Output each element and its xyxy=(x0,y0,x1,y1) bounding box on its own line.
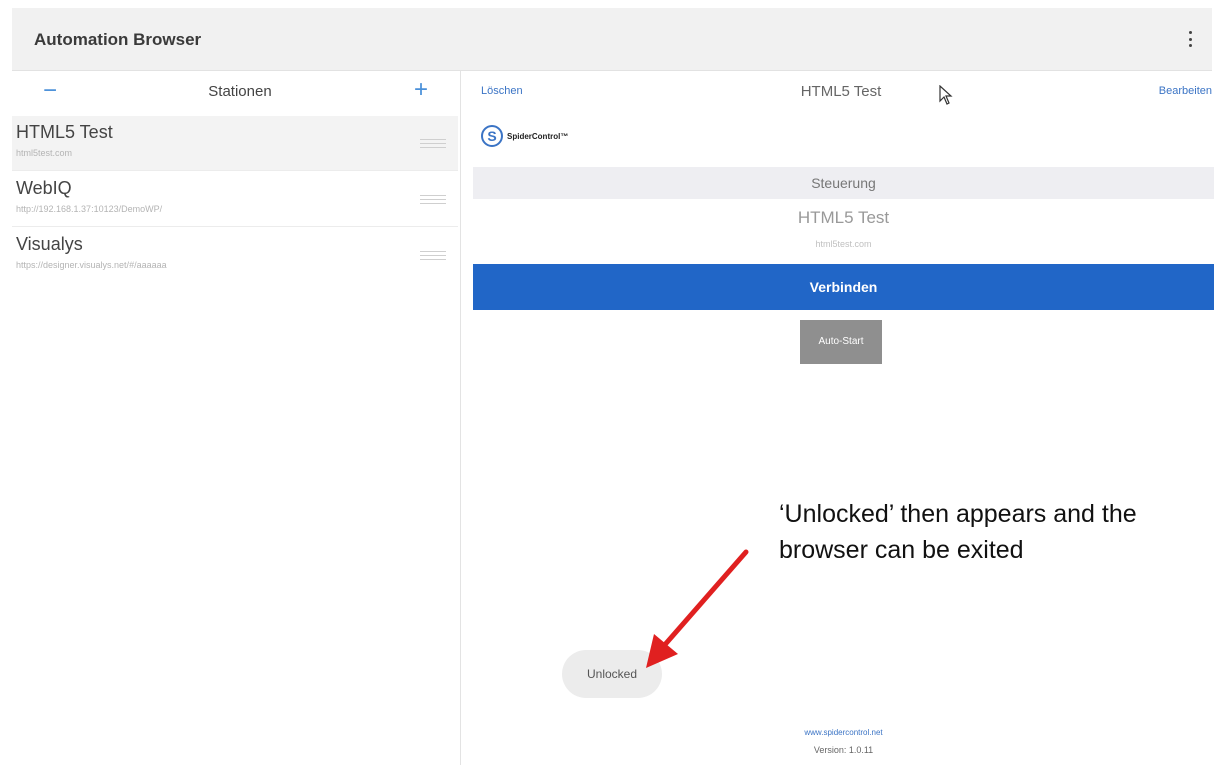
spidercontrol-logo: S SpiderControl™ xyxy=(481,121,568,151)
website-link[interactable]: www.spidercontrol.net xyxy=(473,728,1214,737)
drag-handle-icon[interactable] xyxy=(420,195,446,204)
version-label: Version: 1.0.11 xyxy=(813,745,874,755)
station-url: http://192.168.1.37:10123/DemoWP/ xyxy=(16,204,163,214)
station-item-html5-test[interactable]: HTML5 Test html5test.com xyxy=(12,116,458,171)
auto-start-button[interactable]: Auto-Start xyxy=(800,320,882,364)
station-item-webiq[interactable]: WebIQ http://192.168.1.37:10123/DemoWP/ xyxy=(12,172,458,227)
station-url-detail: html5test.com xyxy=(815,239,872,249)
section-header-steuerung: Steuerung xyxy=(473,167,1214,199)
station-title: HTML5 Test xyxy=(797,208,890,227)
drag-handle-icon[interactable] xyxy=(420,251,446,260)
logo-text: SpiderControl™ xyxy=(507,131,569,141)
add-station-button[interactable]: + xyxy=(410,78,432,102)
station-name: HTML5 Test xyxy=(16,122,113,142)
app-title: Automation Browser xyxy=(34,30,202,49)
station-item-visualys[interactable]: Visualys https://designer.visualys.net/#… xyxy=(12,228,458,282)
connect-button[interactable]: Verbinden xyxy=(473,264,1214,310)
station-name: WebIQ xyxy=(16,178,72,198)
station-url: html5test.com xyxy=(16,148,73,158)
remove-station-button[interactable]: − xyxy=(40,79,60,103)
app-bar: Automation Browser xyxy=(12,8,1212,71)
drag-handle-icon[interactable] xyxy=(420,139,446,148)
edit-button[interactable]: Bearbeiten xyxy=(1159,85,1212,97)
station-name: Visualys xyxy=(16,234,83,254)
stations-panel: − Stationen + HTML5 Test html5test.com W… xyxy=(0,71,460,526)
annotation-text: ‘Unlocked’ then appears and the browser … xyxy=(779,500,1137,564)
delete-button[interactable]: Löschen xyxy=(481,85,523,97)
stations-header: − Stationen + xyxy=(0,71,460,115)
mouse-cursor-icon xyxy=(939,85,953,105)
spidercontrol-logo-icon: S xyxy=(481,125,503,147)
more-options-icon[interactable] xyxy=(1184,28,1196,50)
red-arrow-icon xyxy=(646,549,749,668)
stations-title: Stationen xyxy=(208,83,272,100)
detail-title: HTML5 Test xyxy=(800,83,882,100)
station-url: https://designer.visualys.net/#/aaaaaa xyxy=(16,260,167,270)
